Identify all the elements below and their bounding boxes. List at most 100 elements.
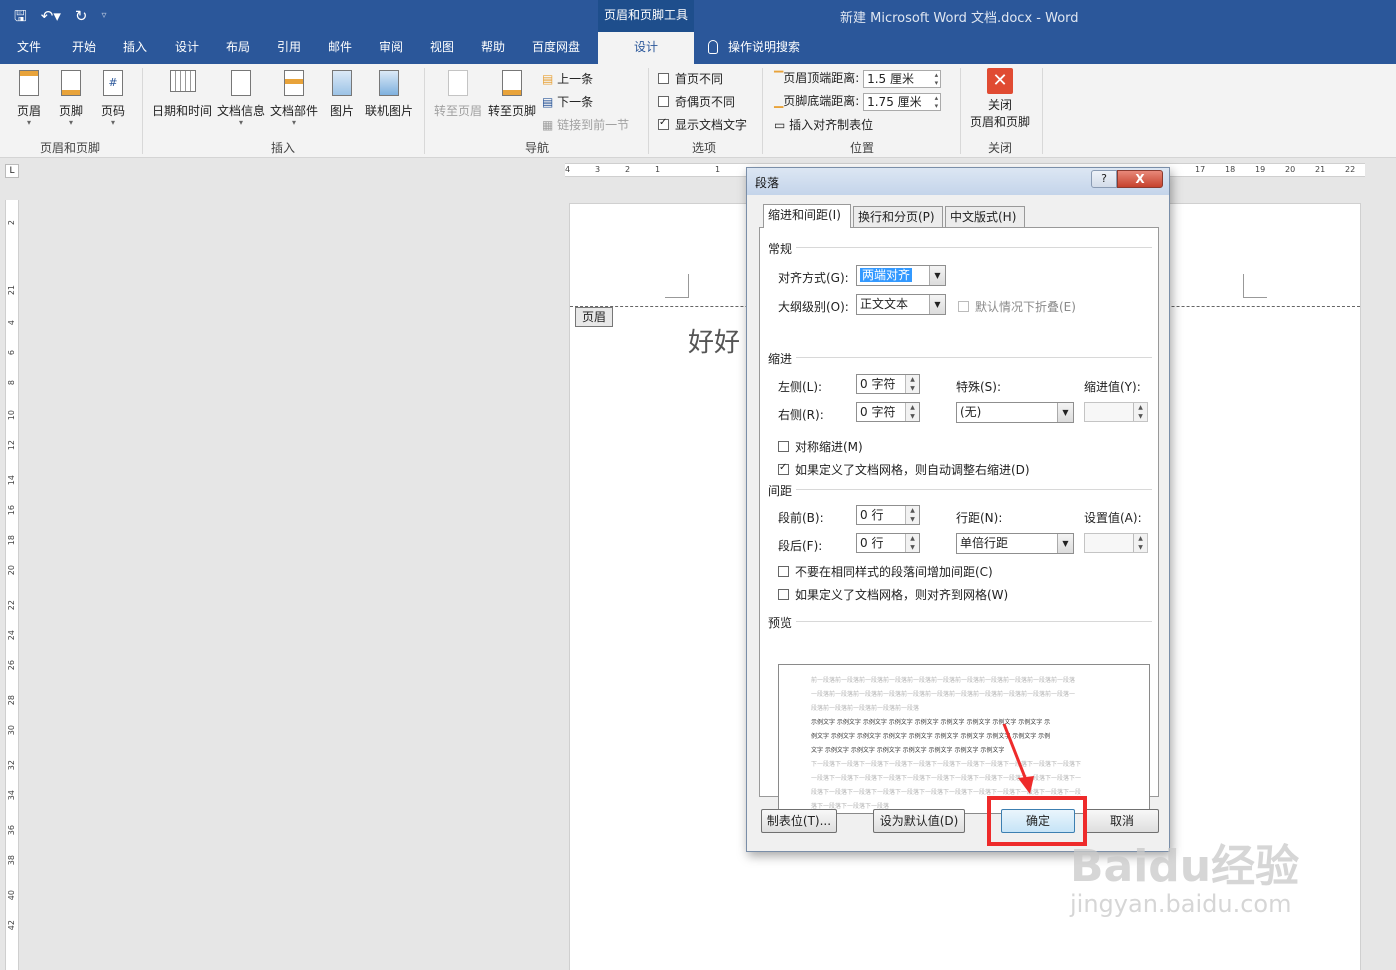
- paragraph-dialog: 段落 ? X 缩进和间距(I) 换行和分页(P) 中文版式(H) 常规 对齐方式…: [746, 167, 1170, 852]
- save-icon[interactable]: 🖫: [14, 6, 27, 26]
- tabs-button[interactable]: 制表位(T)...: [761, 809, 837, 833]
- section-spacing-title: 间距: [768, 484, 793, 498]
- tab-references[interactable]: 引用: [277, 32, 301, 64]
- preview-line: 前一段落前一段落前一段落前一段落前一段落前一段落前一段落前一段落前一段落前一段落…: [811, 677, 1076, 684]
- spacing-at-input[interactable]: ▲ ▼: [1084, 533, 1148, 553]
- header-button-label: 页眉: [16, 104, 41, 118]
- ruler-tick: 17: [1195, 165, 1206, 174]
- spinner-icon[interactable]: ▲ ▼: [905, 506, 919, 524]
- right-indent-input[interactable]: 0 字符 ▲ ▼: [856, 402, 920, 422]
- footer-distance-input[interactable]: 1.75 厘米: [863, 92, 942, 111]
- spinner-icon[interactable]: ▲ ▼: [1133, 403, 1147, 421]
- group-label-navigation: 导航: [524, 141, 549, 155]
- tab-mailings[interactable]: 邮件: [328, 32, 352, 64]
- ruler-tick: 36: [7, 825, 16, 836]
- tab-baidu-netdisk[interactable]: 百度网盘: [532, 32, 580, 64]
- odd-even-label: 奇偶页不同: [675, 95, 736, 109]
- outline-level-select[interactable]: 正文文本 ▼: [856, 294, 946, 315]
- special-indent-select[interactable]: (无) ▼: [956, 402, 1074, 423]
- set-default-button[interactable]: 设为默认值(D): [873, 809, 965, 833]
- header-button[interactable]: 页眉 ▾: [12, 68, 46, 127]
- vertical-ruler[interactable]: 2 1 2 4 6 8 10 12 14 16 18 20 22 24 26 2…: [5, 200, 19, 970]
- previous-button[interactable]: ▤ 上一条: [542, 70, 593, 87]
- doc-info-icon: [231, 70, 251, 96]
- checkbox-box: [658, 73, 669, 84]
- mirror-indent-checkbox[interactable]: 对称缩进(M): [778, 438, 863, 455]
- next-icon: ▤: [542, 95, 554, 109]
- spinner-icon[interactable]: ▲ ▼: [905, 534, 919, 552]
- link-previous-button[interactable]: ▦ 链接到前一节: [542, 116, 629, 133]
- goto-footer-button[interactable]: 转至页脚: [486, 68, 538, 119]
- first-page-label: 首页不同: [675, 72, 724, 86]
- no-space-same-style-checkbox[interactable]: 不要在相同样式的段落间增加间距(C): [778, 563, 993, 580]
- tab-insert[interactable]: 插入: [123, 32, 147, 64]
- left-indent-input[interactable]: 0 字符 ▲ ▼: [856, 374, 920, 394]
- tab-indent-spacing[interactable]: 缩进和间距(I): [763, 204, 851, 228]
- header-distance-icon: ▔: [774, 71, 784, 85]
- next-button[interactable]: ▤ 下一条: [542, 93, 593, 110]
- outline-level-value: 正文文本: [860, 297, 909, 311]
- ruler-tick: 24: [7, 630, 16, 641]
- space-before-input[interactable]: 0 行 ▲ ▼: [856, 505, 920, 525]
- goto-header-label: 转至页眉: [433, 104, 482, 118]
- doc-info-button[interactable]: 文档信息 ▾: [216, 68, 266, 127]
- auto-adjust-indent-checkbox[interactable]: 如果定义了文档网格，则自动调整右缩进(D): [778, 461, 1030, 478]
- odd-even-checkbox[interactable]: 奇偶页不同: [658, 93, 735, 110]
- collapse-default-checkbox[interactable]: 默认情况下折叠(E): [958, 298, 1076, 315]
- snap-to-grid-checkbox[interactable]: 如果定义了文档网格，则对齐到网格(W): [778, 586, 1008, 603]
- spinner-icon[interactable]: ▲ ▼: [905, 375, 919, 393]
- section-general-title: 常规: [768, 242, 793, 256]
- tab-line-page-breaks[interactable]: 换行和分页(P): [853, 206, 943, 228]
- preview-line: 段落前一段落前一段落前一段落前一段落: [811, 705, 920, 712]
- line-spacing-select[interactable]: 单倍行距 ▼: [956, 533, 1074, 554]
- checkbox-box: [778, 441, 789, 452]
- tab-view[interactable]: 视图: [430, 32, 454, 64]
- undo-icon[interactable]: ↶▾: [41, 6, 61, 26]
- picture-button[interactable]: 图片: [326, 68, 358, 119]
- dialog-close-button[interactable]: X: [1117, 170, 1163, 188]
- footer-doc-icon: [61, 70, 81, 96]
- goto-footer-label: 转至页脚: [487, 104, 536, 118]
- tab-design[interactable]: 设计: [175, 32, 199, 64]
- indent-by-input[interactable]: ▲ ▼: [1084, 402, 1148, 422]
- space-after-input[interactable]: 0 行 ▲ ▼: [856, 533, 920, 553]
- tab-asian-typography[interactable]: 中文版式(H): [945, 206, 1025, 228]
- dialog-title-bar[interactable]: 段落 ? X: [747, 168, 1169, 195]
- group-label-close: 关闭: [987, 141, 1012, 155]
- dialog-help-button[interactable]: ?: [1091, 170, 1117, 188]
- title-bar: 🖫 ↶▾ ↻ ▿ 页眉和页脚工具 新建 Microsoft Word 文档.do…: [0, 0, 1396, 32]
- redo-icon[interactable]: ↻: [75, 6, 88, 26]
- spinner-icon[interactable]: ▲ ▼: [905, 403, 919, 421]
- tab-help[interactable]: 帮助: [481, 32, 505, 64]
- insert-align-tab-button[interactable]: ▭ 插入对齐制表位: [774, 116, 873, 133]
- tab-selector[interactable]: L: [5, 164, 19, 178]
- show-doc-text-checkbox[interactable]: 显示文档文字: [658, 116, 747, 133]
- quick-parts-icon: [284, 70, 304, 96]
- tab-file[interactable]: 文件: [17, 32, 41, 64]
- close-header-footer-button[interactable]: ✕ 关闭 页眉和页脚: [966, 68, 1034, 130]
- document-text[interactable]: 好好: [688, 322, 740, 359]
- header-distance-input[interactable]: 1.5 厘米: [863, 69, 942, 88]
- alignment-select[interactable]: 两端对齐 ▼: [856, 265, 946, 286]
- picture-icon: [332, 70, 352, 96]
- show-doc-text-label: 显示文档文字: [675, 118, 748, 132]
- calendar-icon: [170, 70, 196, 92]
- footer-distance-icon: ▁: [774, 94, 784, 108]
- footer-button[interactable]: 页脚 ▾: [54, 68, 88, 127]
- ruler-tick: 3: [595, 165, 601, 174]
- spinner-icon[interactable]: ▲ ▼: [1133, 534, 1147, 552]
- goto-header-button[interactable]: 转至页眉: [432, 68, 484, 119]
- tell-me-search[interactable]: 操作说明搜索: [708, 32, 800, 64]
- different-first-page-checkbox[interactable]: 首页不同: [658, 70, 723, 87]
- alignment-value: 两端对齐: [860, 268, 913, 282]
- customize-qat-icon[interactable]: ▿: [101, 6, 106, 26]
- section-preview-title: 预览: [768, 616, 793, 630]
- quick-parts-button[interactable]: 文档部件 ▾: [268, 68, 320, 127]
- tab-review[interactable]: 审阅: [379, 32, 403, 64]
- tab-layout[interactable]: 布局: [226, 32, 250, 64]
- page-number-button[interactable]: # 页码 ▾: [96, 68, 130, 127]
- tab-hf-design[interactable]: 设计: [598, 32, 694, 64]
- date-time-button[interactable]: 日期和时间: [150, 68, 214, 119]
- online-picture-button[interactable]: 联机图片: [362, 68, 416, 119]
- tab-home[interactable]: 开始: [72, 32, 96, 64]
